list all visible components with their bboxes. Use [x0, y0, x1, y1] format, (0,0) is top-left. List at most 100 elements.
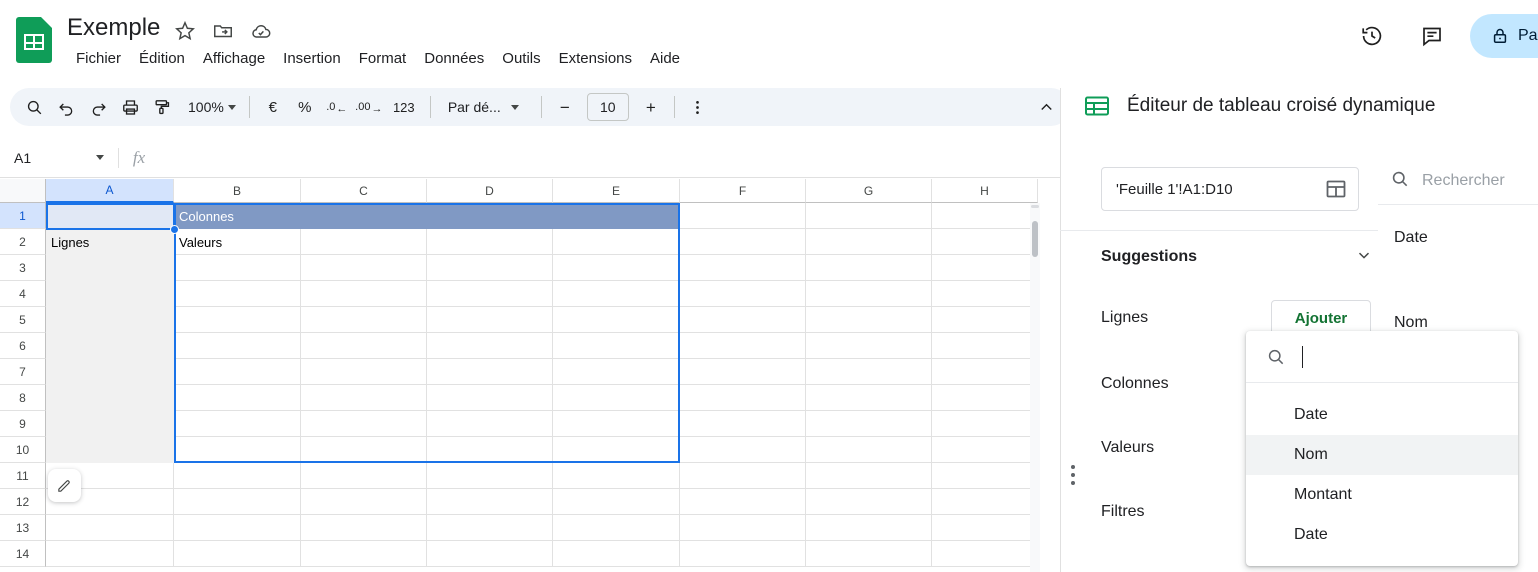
cell-d12[interactable] — [427, 489, 553, 515]
cell-b13[interactable] — [174, 515, 301, 541]
history-icon[interactable] — [1350, 14, 1394, 58]
cell-d14[interactable] — [427, 541, 553, 567]
cell-h11[interactable] — [932, 463, 1038, 489]
cell-e12[interactable] — [553, 489, 680, 515]
cell-d9[interactable] — [427, 411, 553, 437]
column-header-h[interactable]: H — [932, 179, 1038, 203]
name-box[interactable]: A1 — [0, 138, 118, 178]
cell-c12[interactable] — [301, 489, 427, 515]
panel-resize-handle[interactable] — [1067, 460, 1079, 490]
scrollbar-thumb[interactable] — [1032, 221, 1038, 257]
cell-b9[interactable] — [174, 411, 301, 437]
pivot-column-header-cell[interactable]: Colonnes — [174, 203, 680, 229]
cell-e4[interactable] — [553, 281, 680, 307]
font-family-selector[interactable]: Par dé... — [438, 92, 534, 122]
menu-item-aide[interactable]: Aide — [641, 45, 689, 73]
cell-f5[interactable] — [680, 307, 806, 333]
dropdown-search-row[interactable] — [1246, 331, 1518, 383]
cell-f14[interactable] — [680, 541, 806, 567]
column-header-d[interactable]: D — [427, 179, 553, 203]
row-header-2[interactable]: 2 — [0, 229, 46, 255]
cell-e10[interactable] — [553, 437, 680, 463]
document-title[interactable]: Exemple — [67, 13, 160, 43]
cell-f9[interactable] — [680, 411, 806, 437]
cell-h14[interactable] — [932, 541, 1038, 567]
fill-handle[interactable] — [170, 225, 179, 234]
zoom-selector[interactable]: 100% — [178, 92, 242, 122]
column-header-b[interactable]: B — [174, 179, 301, 203]
data-range-input[interactable]: 'Feuille 1'!A1:D10 — [1101, 167, 1359, 211]
cell-a14[interactable] — [46, 541, 174, 567]
cell-b7[interactable] — [174, 359, 301, 385]
cell-g12[interactable] — [806, 489, 932, 515]
cell-d10[interactable] — [427, 437, 553, 463]
cell-e13[interactable] — [553, 515, 680, 541]
dropdown-item-date-1[interactable]: Date — [1246, 395, 1518, 435]
cell-h9[interactable] — [932, 411, 1038, 437]
menu-item-donnees[interactable]: Données — [415, 45, 493, 73]
cell-b6[interactable] — [174, 333, 301, 359]
cell-f11[interactable] — [680, 463, 806, 489]
move-folder-icon[interactable] — [212, 20, 234, 42]
cell-e2[interactable] — [553, 229, 680, 255]
cell-f2[interactable] — [680, 229, 806, 255]
cell-h13[interactable] — [932, 515, 1038, 541]
cell-e8[interactable] — [553, 385, 680, 411]
cell-c6[interactable] — [301, 333, 427, 359]
cell-g8[interactable] — [806, 385, 932, 411]
cell-e11[interactable] — [553, 463, 680, 489]
cell-g9[interactable] — [806, 411, 932, 437]
comment-icon[interactable] — [1410, 14, 1454, 58]
cell-c4[interactable] — [301, 281, 427, 307]
row-header-3[interactable]: 3 — [0, 255, 46, 281]
cell-h2[interactable] — [932, 229, 1038, 255]
cell-c8[interactable] — [301, 385, 427, 411]
increase-font-size-button[interactable]: + — [635, 91, 667, 123]
cell-h3[interactable] — [932, 255, 1038, 281]
column-header-c[interactable]: C — [301, 179, 427, 203]
undo-icon[interactable] — [50, 91, 82, 123]
cell-e5[interactable] — [553, 307, 680, 333]
cell-c3[interactable] — [301, 255, 427, 281]
cell-g6[interactable] — [806, 333, 932, 359]
cell-f10[interactable] — [680, 437, 806, 463]
row-header-1[interactable]: 1 — [0, 203, 46, 229]
menu-item-fichier[interactable]: Fichier — [67, 45, 130, 73]
cell-d6[interactable] — [427, 333, 553, 359]
cell-c14[interactable] — [301, 541, 427, 567]
cell-d8[interactable] — [427, 385, 553, 411]
chevron-up-icon[interactable] — [1030, 91, 1062, 123]
cell-d13[interactable] — [427, 515, 553, 541]
select-range-grid-icon[interactable] — [1326, 179, 1346, 199]
cell-d4[interactable] — [427, 281, 553, 307]
cell-h12[interactable] — [932, 489, 1038, 515]
cell-f1[interactable] — [680, 203, 806, 229]
menu-item-affichage[interactable]: Affichage — [194, 45, 274, 73]
cell-g14[interactable] — [806, 541, 932, 567]
three-dots-vertical-icon[interactable] — [682, 91, 714, 123]
font-size-input[interactable]: 10 — [586, 93, 629, 121]
cell-e3[interactable] — [553, 255, 680, 281]
decrease-decimal-button[interactable]: .0 ← — [321, 91, 353, 123]
chevron-down-icon[interactable] — [1355, 246, 1373, 269]
row-header-8[interactable]: 8 — [0, 385, 46, 411]
dropdown-item-nom[interactable]: Nom — [1246, 435, 1518, 475]
row-header-5[interactable]: 5 — [0, 307, 46, 333]
field-list-item-date[interactable]: Date — [1394, 218, 1538, 258]
grid-vertical-scrollbar[interactable] — [1030, 203, 1040, 572]
cell-h4[interactable] — [932, 281, 1038, 307]
cell-c2[interactable] — [301, 229, 427, 255]
cell-g3[interactable] — [806, 255, 932, 281]
column-header-a[interactable]: A — [46, 179, 174, 203]
pivot-rows-cell[interactable]: Lignes — [46, 229, 174, 255]
cell-b14[interactable] — [174, 541, 301, 567]
row-header-7[interactable]: 7 — [0, 359, 46, 385]
menu-item-extensions[interactable]: Extensions — [550, 45, 641, 73]
cell-d2[interactable] — [427, 229, 553, 255]
cell-e6[interactable] — [553, 333, 680, 359]
cell-h1[interactable] — [932, 203, 1038, 229]
star-icon[interactable] — [174, 20, 196, 42]
cell-d11[interactable] — [427, 463, 553, 489]
currency-format-button[interactable]: € — [257, 91, 289, 123]
cell-b8[interactable] — [174, 385, 301, 411]
